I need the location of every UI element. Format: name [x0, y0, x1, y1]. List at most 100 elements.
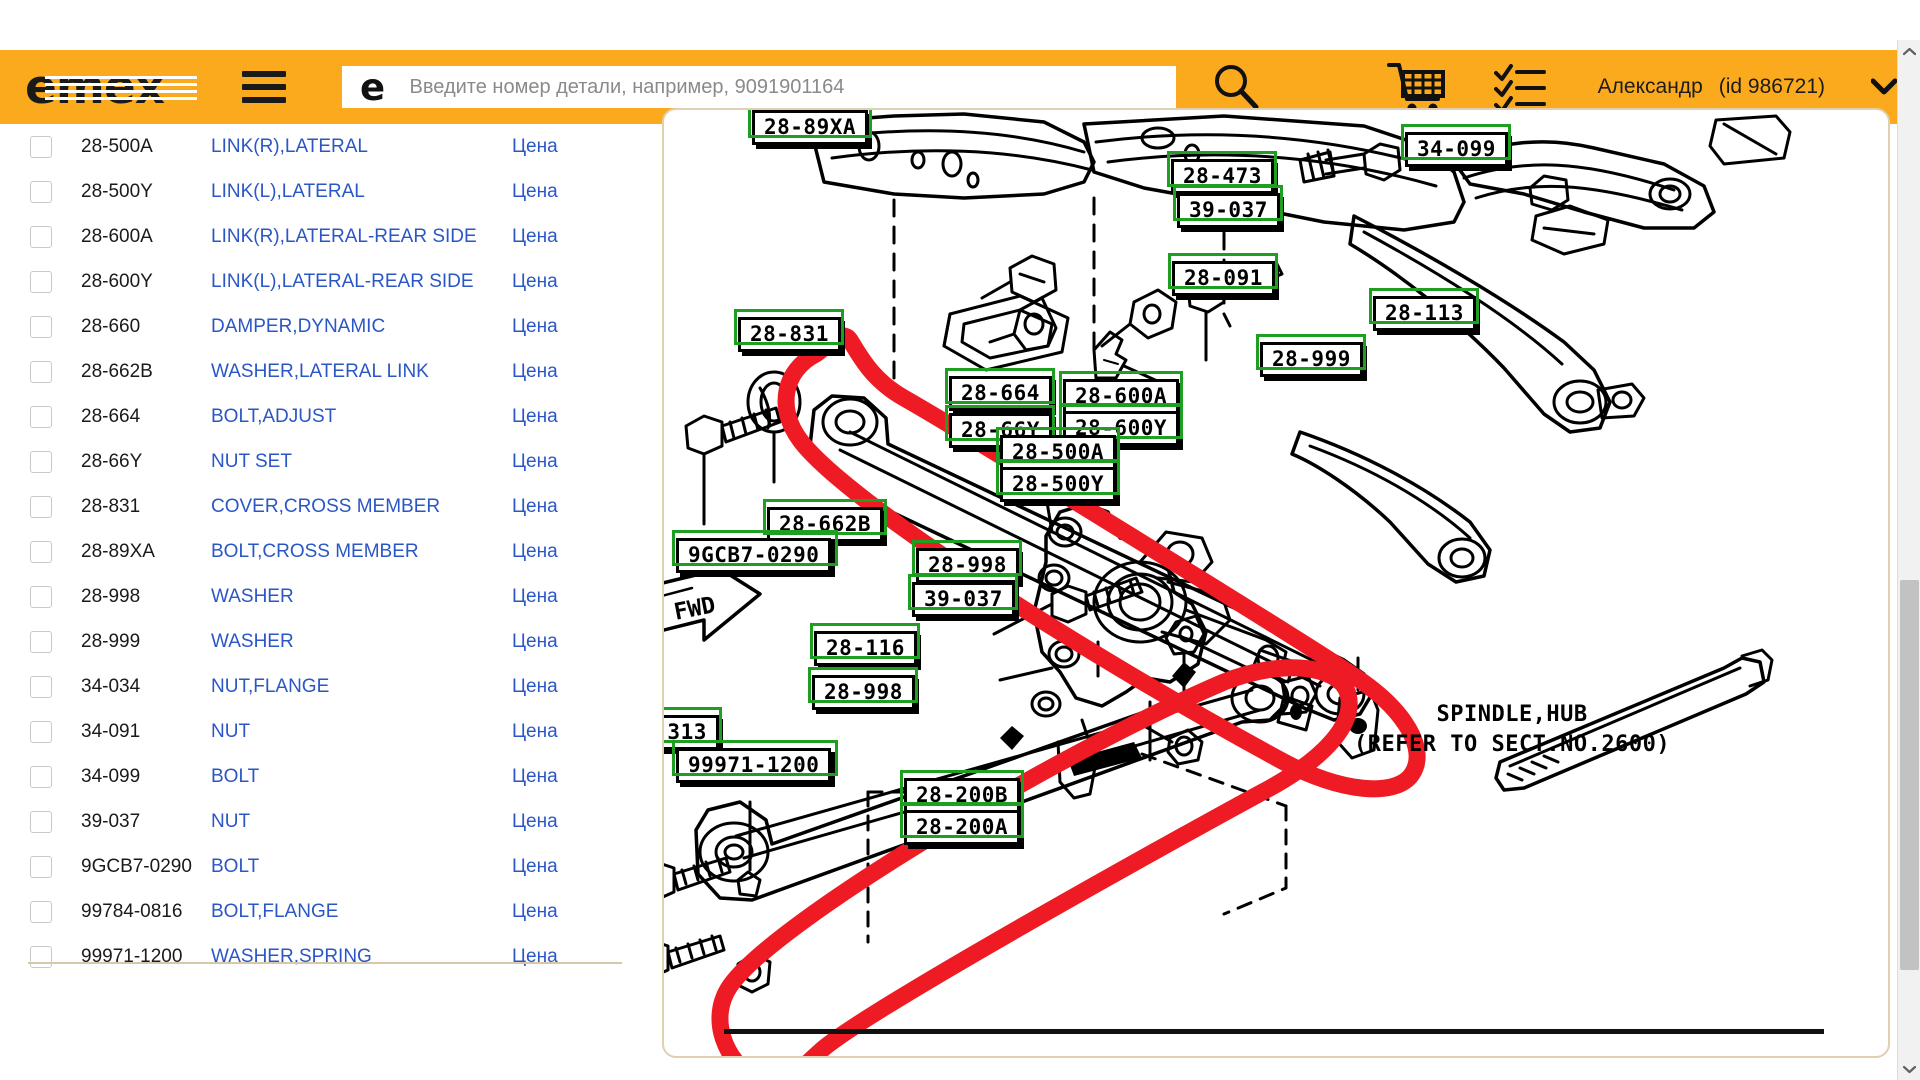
row-checkbox[interactable]	[30, 855, 52, 878]
row-checkbox[interactable]	[30, 225, 52, 248]
chevron-down-icon[interactable]	[1870, 78, 1898, 96]
search-input[interactable]	[403, 67, 1176, 107]
table-row[interactable]: 28-89XA BOLT,CROSS MEMBER Цена	[0, 529, 622, 574]
price-link[interactable]: Цена	[512, 316, 622, 338]
price-link[interactable]: Цена	[512, 136, 622, 158]
row-checkbox[interactable]	[30, 720, 52, 743]
price-link[interactable]: Цена	[512, 406, 622, 428]
scroll-up-arrow-icon[interactable]	[1898, 40, 1920, 62]
part-name-link[interactable]: WASHER	[211, 586, 512, 608]
table-row[interactable]: 34-091 NUT Цена	[0, 709, 622, 754]
row-checkbox[interactable]	[30, 765, 52, 788]
diagram-callout-28-313[interactable]: 28-313	[664, 715, 719, 751]
table-row[interactable]: 99971-1200 WASHER,SPRING Цена	[0, 934, 622, 979]
table-row[interactable]: 28-600Y LINK(L),LATERAL-REAR SIDE Цена	[0, 259, 622, 304]
part-name-link[interactable]: COVER,CROSS MEMBER	[211, 496, 512, 518]
part-name-link[interactable]: BOLT	[211, 766, 512, 788]
row-checkbox[interactable]	[30, 270, 52, 293]
table-row[interactable]: 9GCB7-0290 BOLT Цена	[0, 844, 622, 889]
row-checkbox[interactable]	[30, 405, 52, 428]
user-account-menu[interactable]: Александр (id 986721)	[1598, 75, 1898, 99]
part-name-link[interactable]: WASHER	[211, 631, 512, 653]
part-name-link[interactable]: NUT	[211, 811, 512, 833]
price-link[interactable]: Цена	[512, 361, 622, 383]
diagram-callout-28-664[interactable]: 28-664	[949, 376, 1052, 412]
price-link[interactable]: Цена	[512, 586, 622, 608]
table-row[interactable]: 39-037 NUT Цена	[0, 799, 622, 844]
row-checkbox[interactable]	[30, 135, 52, 158]
cart-icon[interactable]	[1386, 59, 1448, 115]
table-row[interactable]: 28-500A LINK(R),LATERAL Цена	[0, 124, 622, 169]
row-checkbox[interactable]	[30, 630, 52, 653]
diagram-callout-28-200b[interactable]: 28-200B	[904, 778, 1021, 814]
table-row[interactable]: 34-034 NUT,FLANGE Цена	[0, 664, 622, 709]
row-checkbox[interactable]	[30, 450, 52, 473]
price-link[interactable]: Цена	[512, 721, 622, 743]
diagram-callout-9gcb7-0290[interactable]: 9GCB7-0290	[676, 538, 832, 574]
row-checkbox[interactable]	[30, 495, 52, 518]
price-link[interactable]: Цена	[512, 766, 622, 788]
table-row[interactable]: 28-660 DAMPER,DYNAMIC Цена	[0, 304, 622, 349]
table-row[interactable]: 28-600A LINK(R),LATERAL-REAR SIDE Цена	[0, 214, 622, 259]
diagram-callout-28-116[interactable]: 28-116	[814, 631, 917, 667]
page-scrollbar[interactable]	[1897, 40, 1920, 1080]
table-row[interactable]: 28-664 BOLT,ADJUST Цена	[0, 394, 622, 439]
diagram-panel[interactable]: 28-89XA 28-473 39-037 28-091 34-099 28-113 28-…	[662, 108, 1890, 1058]
price-link[interactable]: Цена	[512, 226, 622, 248]
checklist-icon[interactable]	[1493, 61, 1546, 113]
diagram-callout-34-099[interactable]: 34-099	[1405, 132, 1508, 168]
diagram-callout-99971-1200[interactable]: 99971-1200	[676, 748, 832, 784]
table-row[interactable]: 28-662B WASHER,LATERAL LINK Цена	[0, 349, 622, 394]
row-checkbox[interactable]	[30, 540, 52, 563]
price-link[interactable]: Цена	[512, 676, 622, 698]
row-checkbox[interactable]	[30, 945, 52, 968]
part-name-link[interactable]: NUT	[211, 721, 512, 743]
table-row[interactable]: 28-999 WASHER Цена	[0, 619, 622, 664]
part-name-link[interactable]: LINK(L),LATERAL	[211, 181, 512, 203]
part-name-link[interactable]: NUT SET	[211, 451, 512, 473]
diagram-callout-28-091[interactable]: 28-091	[1172, 261, 1275, 297]
part-name-link[interactable]: LINK(L),LATERAL-REAR SIDE	[211, 271, 512, 293]
diagram-callout-28-999[interactable]: 28-999	[1260, 342, 1363, 378]
table-row[interactable]: 28-500Y LINK(L),LATERAL Цена	[0, 169, 622, 214]
diagram-callout-28-200a[interactable]: 28-200A	[904, 810, 1021, 846]
price-link[interactable]: Цена	[512, 811, 622, 833]
diagram-callout-28-998[interactable]: 28-998	[916, 548, 1019, 584]
row-checkbox[interactable]	[30, 675, 52, 698]
row-checkbox[interactable]	[30, 810, 52, 833]
price-link[interactable]: Цена	[512, 496, 622, 518]
row-checkbox[interactable]	[30, 180, 52, 203]
scroll-down-arrow-icon[interactable]	[1898, 1058, 1920, 1080]
diagram-callout-28-500a[interactable]: 28-500A	[1000, 435, 1117, 471]
part-name-link[interactable]: BOLT	[211, 856, 512, 878]
diagram-callout-28-473[interactable]: 28-473	[1171, 159, 1274, 195]
price-link[interactable]: Цена	[512, 901, 622, 923]
part-name-link[interactable]: BOLT,CROSS MEMBER	[211, 541, 512, 563]
price-link[interactable]: Цена	[512, 856, 622, 878]
part-name-link[interactable]: LINK(R),LATERAL	[211, 136, 512, 158]
diagram-callout-28-113[interactable]: 28-113	[1373, 296, 1476, 332]
row-checkbox[interactable]	[30, 315, 52, 338]
table-row[interactable]: 28-998 WASHER Цена	[0, 574, 622, 619]
row-checkbox[interactable]	[30, 585, 52, 608]
price-link[interactable]: Цена	[512, 451, 622, 473]
row-checkbox[interactable]	[30, 360, 52, 383]
price-link[interactable]: Цена	[512, 181, 622, 203]
diagram-callout-28-500y[interactable]: 28-500Y	[1000, 467, 1117, 503]
price-link[interactable]: Цена	[512, 271, 622, 293]
price-link[interactable]: Цена	[512, 631, 622, 653]
price-link[interactable]: Цена	[512, 541, 622, 563]
table-row[interactable]: 99784-0816 BOLT,FLANGE Цена	[0, 889, 622, 934]
table-row[interactable]: 28-831 COVER,CROSS MEMBER Цена	[0, 484, 622, 529]
diagram-callout-28-998[interactable]: 28-998	[812, 675, 915, 711]
diagram-callout-28-831[interactable]: 28-831	[738, 317, 841, 353]
diagram-callout-28-89xa[interactable]: 28-89XA	[752, 110, 869, 146]
part-name-link[interactable]: BOLT,FLANGE	[211, 901, 512, 923]
row-checkbox[interactable]	[30, 900, 52, 923]
diagram-callout-28-662b[interactable]: 28-662B	[767, 507, 884, 543]
part-name-link[interactable]: DAMPER,DYNAMIC	[211, 316, 512, 338]
diagram-callout-28-600a[interactable]: 28-600A	[1063, 379, 1180, 415]
price-link[interactable]: Цена	[512, 946, 622, 968]
table-row[interactable]: 34-099 BOLT Цена	[0, 754, 622, 799]
part-name-link[interactable]: WASHER,SPRING	[211, 946, 512, 968]
